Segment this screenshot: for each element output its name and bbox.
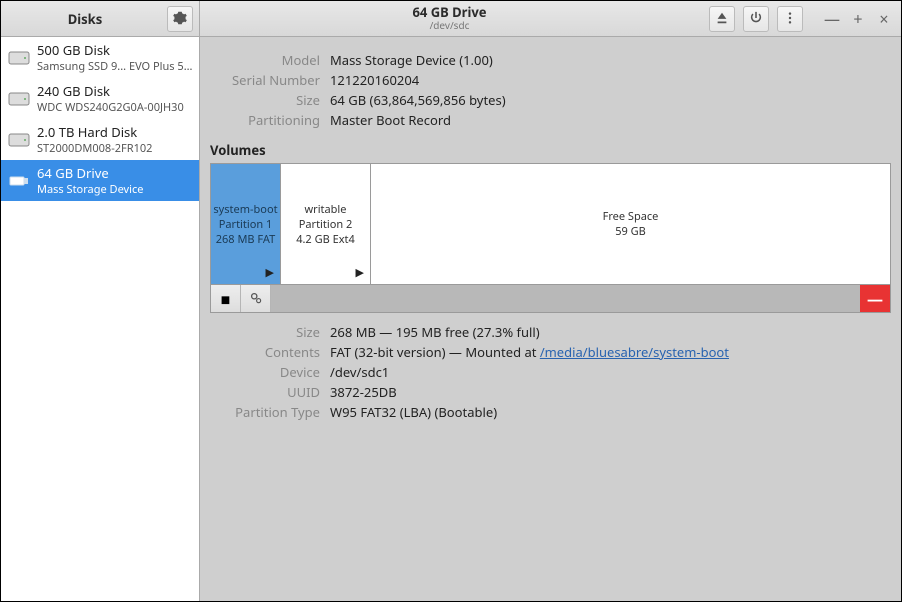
info-size-key: Size xyxy=(210,91,320,109)
detail-uuid-key: UUID xyxy=(210,383,320,401)
info-model-key: Model xyxy=(210,51,320,69)
toolbar-spacer xyxy=(271,285,860,312)
titlebar-right: — + × xyxy=(699,1,901,36)
partition-details: Size 268 MB — 195 MB free (27.3% full) C… xyxy=(200,313,901,431)
volume-line3: 268 MB FAT xyxy=(216,232,276,247)
minimize-icon: — xyxy=(824,8,840,30)
drive-info: Model Mass Storage Device (1.00) Serial … xyxy=(200,37,901,135)
volume-line2: Partition 2 xyxy=(299,217,353,232)
sidebar-item-sublabel: Samsung SSD 9... EVO Plus 500GB xyxy=(37,59,193,74)
app-title: Disks xyxy=(7,10,163,28)
gears-icon xyxy=(249,288,263,310)
minus-icon: — xyxy=(867,288,883,310)
stop-icon: ■ xyxy=(221,288,231,310)
sidebar-item-disk-1[interactable]: 240 GB Disk WDC WDS240G2G0A-00JH30 xyxy=(1,78,199,119)
hdd-icon xyxy=(7,87,31,111)
volume-toolbar: ■ — xyxy=(210,285,891,313)
sidebar: 500 GB Disk Samsung SSD 9... EVO Plus 50… xyxy=(1,37,200,601)
volume-partition-1[interactable]: system-boot Partition 1 268 MB FAT ▶ xyxy=(211,164,281,284)
delete-partition-button[interactable]: — xyxy=(860,285,890,312)
detail-contents-prefix: FAT (32-bit version) — Mounted at xyxy=(330,343,540,361)
eject-button[interactable] xyxy=(709,6,735,32)
mount-point-link[interactable]: /media/bluesabre/system-boot xyxy=(540,343,729,361)
drive-subtitle: /dev/sdc xyxy=(430,19,470,31)
detail-contents-key: Contents xyxy=(210,343,320,361)
play-icon: ▶ xyxy=(356,265,364,280)
hdd-icon xyxy=(7,46,31,70)
volume-options-button[interactable] xyxy=(241,285,271,312)
sidebar-item-disk-3[interactable]: 64 GB Drive Mass Storage Device xyxy=(1,160,199,201)
volume-free-space[interactable]: Free Space 59 GB xyxy=(371,164,890,284)
detail-size-value: 268 MB — 195 MB free (27.3% full) xyxy=(330,323,891,341)
detail-contents-value: FAT (32-bit version) — Mounted at /media… xyxy=(330,343,891,361)
content: Model Mass Storage Device (1.00) Serial … xyxy=(200,37,901,601)
detail-size-key: Size xyxy=(210,323,320,341)
maximize-icon: + xyxy=(853,8,862,30)
volumes-header: Volumes xyxy=(200,135,901,163)
titlebar-left: Disks xyxy=(1,1,200,36)
info-size-value: 64 GB (63,864,569,856 bytes) xyxy=(330,91,891,109)
free-space-size: 59 GB xyxy=(615,224,646,239)
detail-ptype-key: Partition Type xyxy=(210,403,320,421)
volume-name: system-boot xyxy=(213,202,277,217)
titlebar: Disks 64 GB Drive /dev/sdc xyxy=(1,1,901,37)
info-model-value: Mass Storage Device (1.00) xyxy=(330,51,891,69)
info-partitioning-key: Partitioning xyxy=(210,111,320,129)
close-icon: × xyxy=(879,8,888,30)
detail-uuid-value: 3872-25DB xyxy=(330,383,891,401)
sidebar-item-label: 2.0 TB Hard Disk xyxy=(37,123,193,141)
detail-device-value: /dev/sdc1 xyxy=(330,363,891,381)
sidebar-item-disk-0[interactable]: 500 GB Disk Samsung SSD 9... EVO Plus 50… xyxy=(1,37,199,78)
kebab-icon xyxy=(783,8,797,30)
sidebar-item-label: 240 GB Disk xyxy=(37,82,193,100)
volume-partition-2[interactable]: writable Partition 2 4.2 GB Ext4 ▶ xyxy=(281,164,371,284)
gear-icon xyxy=(173,8,187,30)
unmount-button[interactable]: ■ xyxy=(211,285,241,312)
window-maximize-button[interactable]: + xyxy=(847,8,869,30)
app-window: Disks 64 GB Drive /dev/sdc xyxy=(1,1,901,601)
detail-ptype-value: W95 FAT32 (LBA) (Bootable) xyxy=(330,403,891,421)
power-icon xyxy=(749,8,763,30)
window-close-button[interactable]: × xyxy=(873,8,895,30)
window-minimize-button[interactable]: — xyxy=(821,8,843,30)
info-serial-key: Serial Number xyxy=(210,71,320,89)
detail-device-key: Device xyxy=(210,363,320,381)
volume-line2: Partition 1 xyxy=(219,217,273,232)
volume-name: writable xyxy=(305,202,347,217)
drive-menu-button[interactable] xyxy=(777,6,803,32)
titlebar-center: 64 GB Drive /dev/sdc xyxy=(200,1,699,36)
hdd-icon xyxy=(7,128,31,152)
info-partitioning-value: Master Boot Record xyxy=(330,111,891,129)
sidebar-item-label: 64 GB Drive xyxy=(37,164,193,182)
eject-icon xyxy=(715,8,729,30)
power-button[interactable] xyxy=(743,6,769,32)
app-menu-button[interactable] xyxy=(167,6,193,32)
usb-icon xyxy=(7,169,31,193)
free-space-label: Free Space xyxy=(603,209,659,224)
sidebar-item-disk-2[interactable]: 2.0 TB Hard Disk ST2000DM008-2FR102 xyxy=(1,119,199,160)
volume-line3: 4.2 GB Ext4 xyxy=(296,232,355,247)
volumes-map: system-boot Partition 1 268 MB FAT ▶ wri… xyxy=(210,163,891,285)
sidebar-item-sublabel: Mass Storage Device xyxy=(37,182,193,197)
main: 500 GB Disk Samsung SSD 9... EVO Plus 50… xyxy=(1,37,901,601)
play-icon: ▶ xyxy=(266,265,274,280)
sidebar-item-label: 500 GB Disk xyxy=(37,41,193,59)
sidebar-item-sublabel: WDC WDS240G2G0A-00JH30 xyxy=(37,100,193,115)
info-serial-value: 121220160204 xyxy=(330,71,891,89)
sidebar-item-sublabel: ST2000DM008-2FR102 xyxy=(37,141,193,156)
